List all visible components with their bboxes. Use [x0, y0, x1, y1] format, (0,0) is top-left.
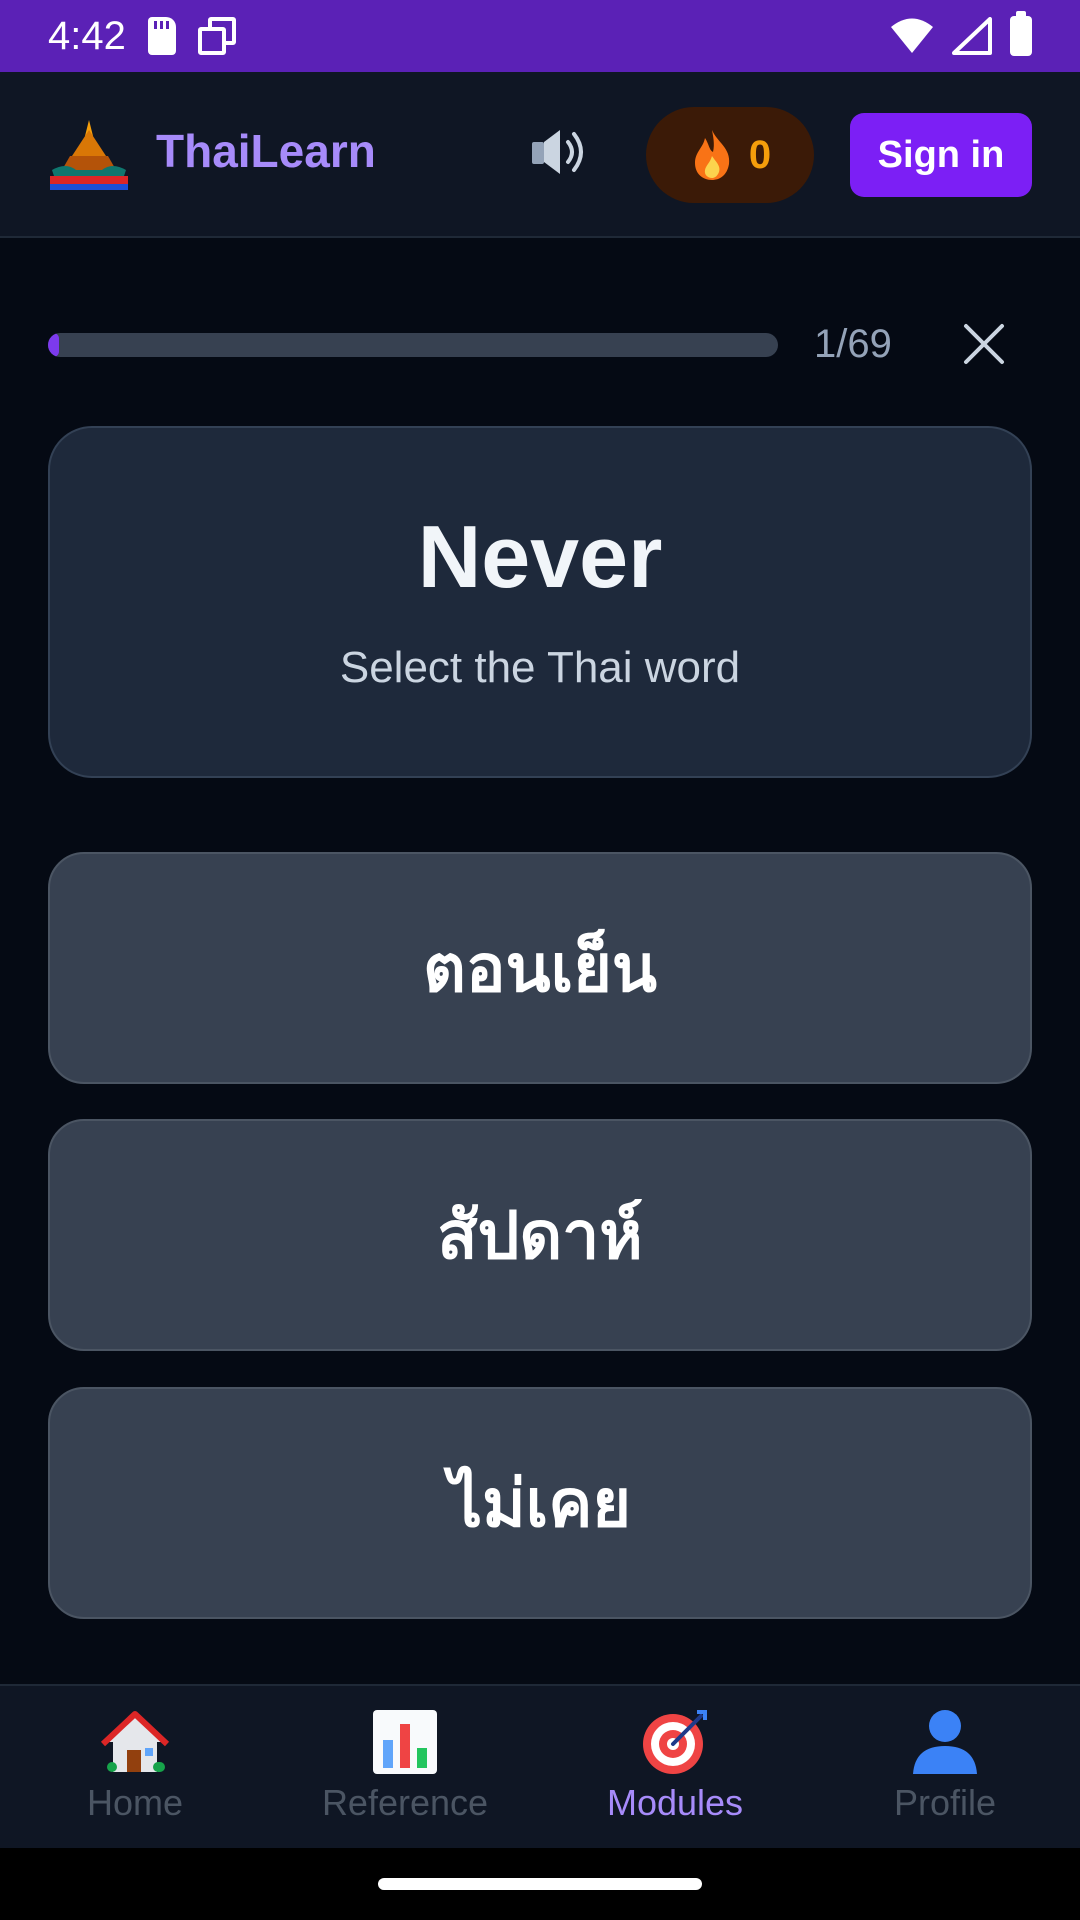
- nav-profile-label: Profile: [893, 1782, 997, 1823]
- status-bar: 4:42: [0, 0, 1080, 72]
- progress-counter: 1/69: [814, 322, 892, 366]
- sd-card-icon: [147, 17, 176, 55]
- prompt-word: Never: [417, 507, 663, 606]
- answer-option-3[interactable]: ไม่เคย: [48, 1387, 1032, 1619]
- prompt-instruction: Select the Thai word: [339, 643, 741, 692]
- lesson-progress-fill: [48, 333, 59, 357]
- gesture-bar-area: [0, 1848, 1080, 1920]
- app-header: ThaiLearn 0 Sign in: [0, 72, 1080, 238]
- battery-icon: [1010, 11, 1032, 56]
- app-title: ThaiLearn: [156, 125, 376, 177]
- flame-icon: [694, 130, 730, 180]
- lesson-progress-bar: [48, 333, 778, 357]
- wifi-icon: [891, 18, 933, 53]
- nav-reference-label: Reference: [321, 1782, 489, 1823]
- streak-count: 0: [748, 132, 772, 177]
- bottom-nav: Home Reference Modules Profile: [0, 1684, 1080, 1848]
- sign-in-button[interactable]: Sign in: [850, 113, 1032, 197]
- nav-home-label: Home: [86, 1782, 184, 1823]
- speaker-icon[interactable]: [528, 124, 590, 180]
- bar-chart-icon: [373, 1710, 437, 1774]
- nav-modules[interactable]: Modules: [540, 1686, 810, 1848]
- target-icon: [643, 1710, 707, 1774]
- thai-temple-logo[interactable]: [46, 116, 132, 194]
- answer-option-2[interactable]: สัปดาห์: [48, 1119, 1032, 1351]
- status-icons-right: [890, 11, 1032, 56]
- gesture-handle[interactable]: [378, 1878, 702, 1890]
- nav-profile[interactable]: Profile: [810, 1686, 1080, 1848]
- answer-option-1[interactable]: ตอนเย็น: [48, 852, 1032, 1084]
- close-icon[interactable]: [962, 322, 1006, 366]
- house-icon: [101, 1711, 169, 1772]
- person-icon: [913, 1710, 977, 1774]
- status-time: 4:42: [48, 13, 126, 58]
- prompt-card: Never Select the Thai word: [48, 426, 1032, 778]
- nav-reference[interactable]: Reference: [270, 1686, 540, 1848]
- streak-badge[interactable]: 0: [646, 107, 814, 203]
- nav-modules-label: Modules: [606, 1782, 744, 1823]
- screen-copy-icon: [197, 17, 236, 55]
- signal-icon: [952, 17, 992, 55]
- nav-home[interactable]: Home: [0, 1686, 270, 1848]
